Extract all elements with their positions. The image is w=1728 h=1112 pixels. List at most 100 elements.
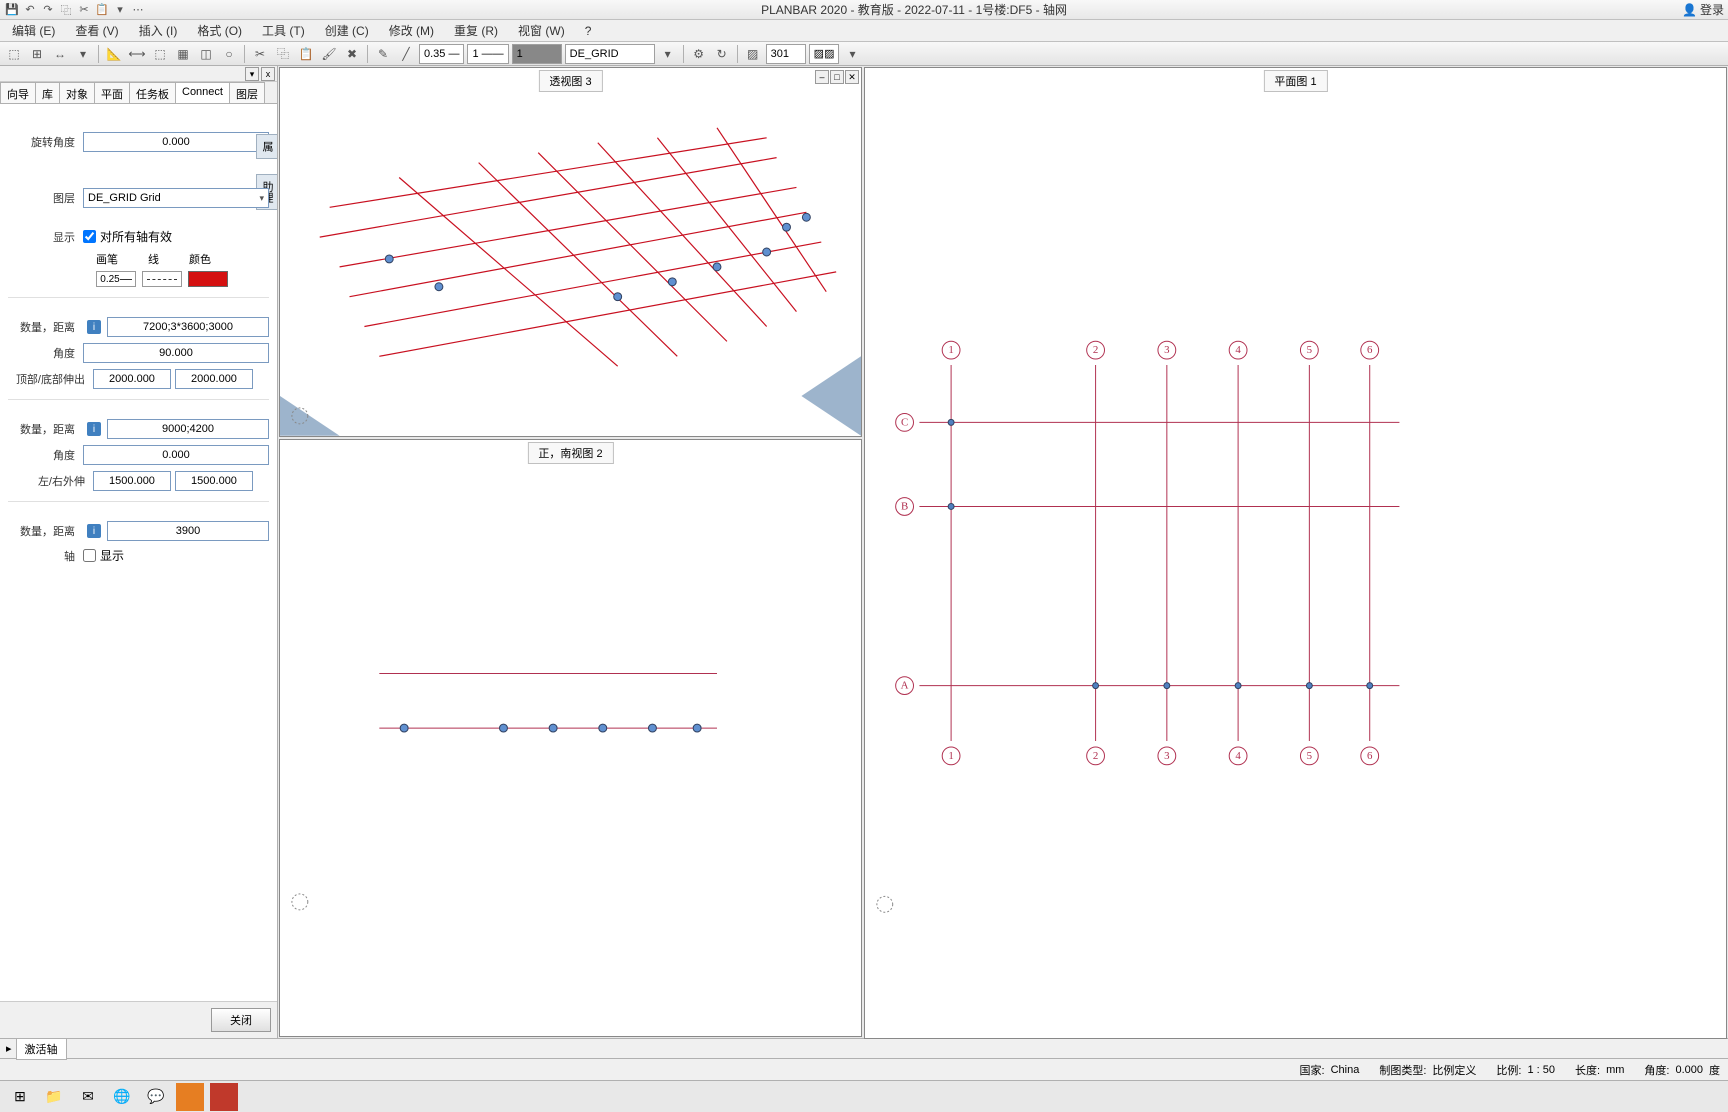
menu-insert[interactable]: 插入 (I) [131, 20, 186, 41]
sb-scale[interactable]: 1 : 50 [1527, 1064, 1555, 1076]
tool-select-icon[interactable]: ⬚ [150, 44, 170, 64]
tab-layer[interactable]: 图层 [229, 82, 265, 103]
tool-stretch-icon[interactable]: ↔ [50, 44, 70, 64]
menu-view[interactable]: 查看 (V) [67, 20, 126, 41]
tab-taskboard[interactable]: 任务板 [129, 82, 176, 103]
login-button[interactable]: 👤 登录 [1682, 1, 1724, 18]
menu-create[interactable]: 创建 (C) [317, 20, 377, 41]
z-qty-label: 数量，距离 [8, 523, 83, 539]
panel-pin-icon[interactable]: ▾ [245, 67, 259, 81]
tool-box-icon[interactable]: ◫ [196, 44, 216, 64]
taskbar-app-icon[interactable]: 📁 [40, 1083, 68, 1111]
vp-3d-title: 透视图 3 [538, 70, 602, 92]
viewport-plan[interactable]: 平面图 1 112233445566CBA [864, 67, 1727, 1039]
v-ext1-input[interactable] [93, 369, 171, 389]
menu-edit[interactable]: 编辑 (E) [4, 20, 63, 41]
layer-select[interactable]: DE_GRID Grid [83, 188, 269, 208]
viewport-3d[interactable]: 透视图 3 – □ ✕ [279, 67, 862, 437]
color-combo[interactable]: 1 [512, 44, 562, 64]
info-icon[interactable]: i [87, 320, 101, 334]
tab-wizard[interactable]: 向导 [0, 82, 36, 103]
tool-paste-icon[interactable]: 📋 [296, 44, 316, 64]
layer-combo[interactable]: DE_GRID [565, 44, 655, 64]
vp-close-icon[interactable]: ✕ [845, 70, 859, 84]
tab-connect[interactable]: Connect [175, 82, 230, 103]
redo-icon[interactable]: ↷ [40, 2, 56, 18]
info-icon[interactable]: i [87, 422, 101, 436]
panel-close-icon[interactable]: x [261, 67, 275, 81]
taskbar-app-icon[interactable] [210, 1083, 238, 1111]
vp-min-icon[interactable]: – [815, 70, 829, 84]
pen-weight-combo[interactable]: 0.35 — [419, 44, 464, 64]
viewport-front[interactable]: 正，南视图 2 [279, 439, 862, 1037]
undo-icon[interactable]: ↶ [22, 2, 38, 18]
tab-object[interactable]: 对象 [59, 82, 95, 103]
menu-help[interactable]: ? [577, 22, 600, 40]
v-qty-input[interactable] [107, 317, 269, 337]
h-angle-input[interactable] [83, 445, 269, 465]
v-angle-input[interactable] [83, 343, 269, 363]
save-icon[interactable]: 💾 [4, 2, 20, 18]
tab-library[interactable]: 库 [35, 82, 60, 103]
tool-grid-icon[interactable]: ▦ [173, 44, 193, 64]
color-swatch[interactable] [188, 271, 228, 287]
close-button[interactable]: 关闭 [211, 1008, 271, 1032]
hatch-dd-icon[interactable]: ▾ [842, 44, 862, 64]
tool-explode-icon[interactable]: ⊞ [27, 44, 47, 64]
taskbar-app-icon[interactable] [176, 1083, 204, 1111]
expand-icon[interactable]: ▸ [6, 1042, 12, 1055]
side-tab-prop[interactable]: 属 [256, 134, 277, 159]
tool-copy-icon[interactable]: ⿻ [273, 44, 293, 64]
taskbar-app-icon[interactable]: ⊞ [6, 1083, 34, 1111]
sb-length[interactable]: mm [1606, 1064, 1624, 1076]
info-icon[interactable]: i [87, 524, 101, 538]
sb-angle[interactable]: 0.000 [1675, 1064, 1703, 1076]
tool-brush-icon[interactable]: 🖌 [319, 44, 339, 64]
tool-cut-icon[interactable]: ✂ [250, 44, 270, 64]
bottom-tab-active-axis[interactable]: 激活轴 [16, 1038, 67, 1060]
tab-plane[interactable]: 平面 [94, 82, 130, 103]
tool-format-icon[interactable]: ⬚ [4, 44, 24, 64]
dropdown-icon[interactable]: ▾ [112, 2, 128, 18]
h-qty-input[interactable] [107, 419, 269, 439]
menu-modify[interactable]: 修改 (M) [381, 20, 442, 41]
line-swatch[interactable] [142, 271, 182, 287]
display-check[interactable] [83, 230, 96, 243]
tool-dim-icon[interactable]: ⟷ [127, 44, 147, 64]
rotation-input[interactable] [83, 132, 269, 152]
tool-line-icon[interactable]: ╱ [396, 44, 416, 64]
nav-gizmo-icon[interactable] [292, 894, 308, 910]
tool-delete-icon[interactable]: ✖ [342, 44, 362, 64]
cut-icon[interactable]: ✂ [76, 2, 92, 18]
menu-format[interactable]: 格式 (O) [189, 20, 250, 41]
menu-window[interactable]: 视窗 (W) [510, 20, 573, 41]
tool-circle-icon[interactable]: ○ [219, 44, 239, 64]
hatch-num-combo[interactable]: 301 [766, 44, 806, 64]
line-type-combo[interactable]: 1 —— [467, 44, 508, 64]
tool-pen-icon[interactable]: ✎ [373, 44, 393, 64]
sb-drawtype[interactable]: 比例定义 [1432, 1062, 1476, 1078]
pen-swatch[interactable]: 0.25 [96, 271, 136, 287]
z-qty-input[interactable] [107, 521, 269, 541]
vp-max-icon[interactable]: □ [830, 70, 844, 84]
tool-measure-icon[interactable]: 📐 [104, 44, 124, 64]
copy-icon[interactable]: ⿻ [58, 2, 74, 18]
taskbar-app-icon[interactable]: 🌐 [108, 1083, 136, 1111]
v-ext2-input[interactable] [175, 369, 253, 389]
taskbar-app-icon[interactable]: 💬 [142, 1083, 170, 1111]
z-axis-check[interactable] [83, 549, 96, 562]
tool-link-icon[interactable]: ⚙ [689, 44, 709, 64]
menu-tools[interactable]: 工具 (T) [254, 20, 313, 41]
z-axis-check-label: 显示 [100, 547, 124, 564]
layer-dd-icon[interactable]: ▾ [658, 44, 678, 64]
tool-refresh-icon[interactable]: ↻ [712, 44, 732, 64]
paste-icon[interactable]: 📋 [94, 2, 110, 18]
taskbar-app-icon[interactable]: ✉ [74, 1083, 102, 1111]
hatch-pattern-combo[interactable]: ▨▨ [809, 44, 840, 64]
h-ext1-input[interactable] [93, 471, 171, 491]
tool-hatch-icon[interactable]: ▨ [743, 44, 763, 64]
menu-repeat[interactable]: 重复 (R) [446, 20, 506, 41]
more-icon[interactable]: ⋯ [130, 2, 146, 18]
h-ext2-input[interactable] [175, 471, 253, 491]
tool-dropdown-icon[interactable]: ▾ [73, 44, 93, 64]
